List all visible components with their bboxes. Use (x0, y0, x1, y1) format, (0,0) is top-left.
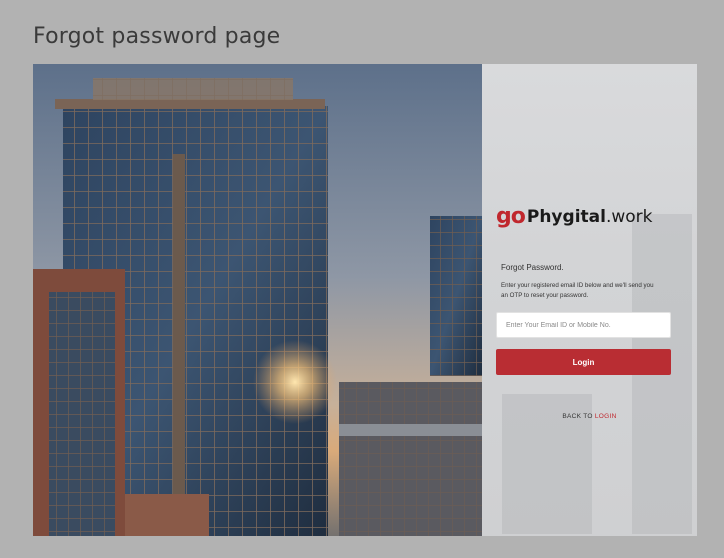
form-heading: Forgot Password. (501, 263, 564, 272)
login-link[interactable]: LOGIN (595, 413, 617, 420)
page-title: Forgot password page (33, 24, 281, 49)
back-to-login: BACK TO LOGIN (482, 413, 697, 420)
logo-wordmark: Phygital.work (526, 206, 653, 227)
logo-name-bold: Phygital (526, 206, 606, 227)
login-card: go Phygital.work Forgot Password. Enter … (33, 64, 697, 536)
form-description: Enter your registered email ID below and… (501, 282, 654, 299)
building-photo (33, 64, 482, 536)
logo-mark: go (496, 204, 526, 229)
login-panel: go Phygital.work Forgot Password. Enter … (482, 64, 697, 536)
back-prefix: BACK TO (562, 413, 593, 420)
login-button[interactable]: Login (496, 349, 671, 375)
email-field[interactable] (496, 312, 671, 338)
brand-logo: go Phygital.work (496, 206, 653, 228)
logo-name-light: .work (605, 206, 653, 227)
